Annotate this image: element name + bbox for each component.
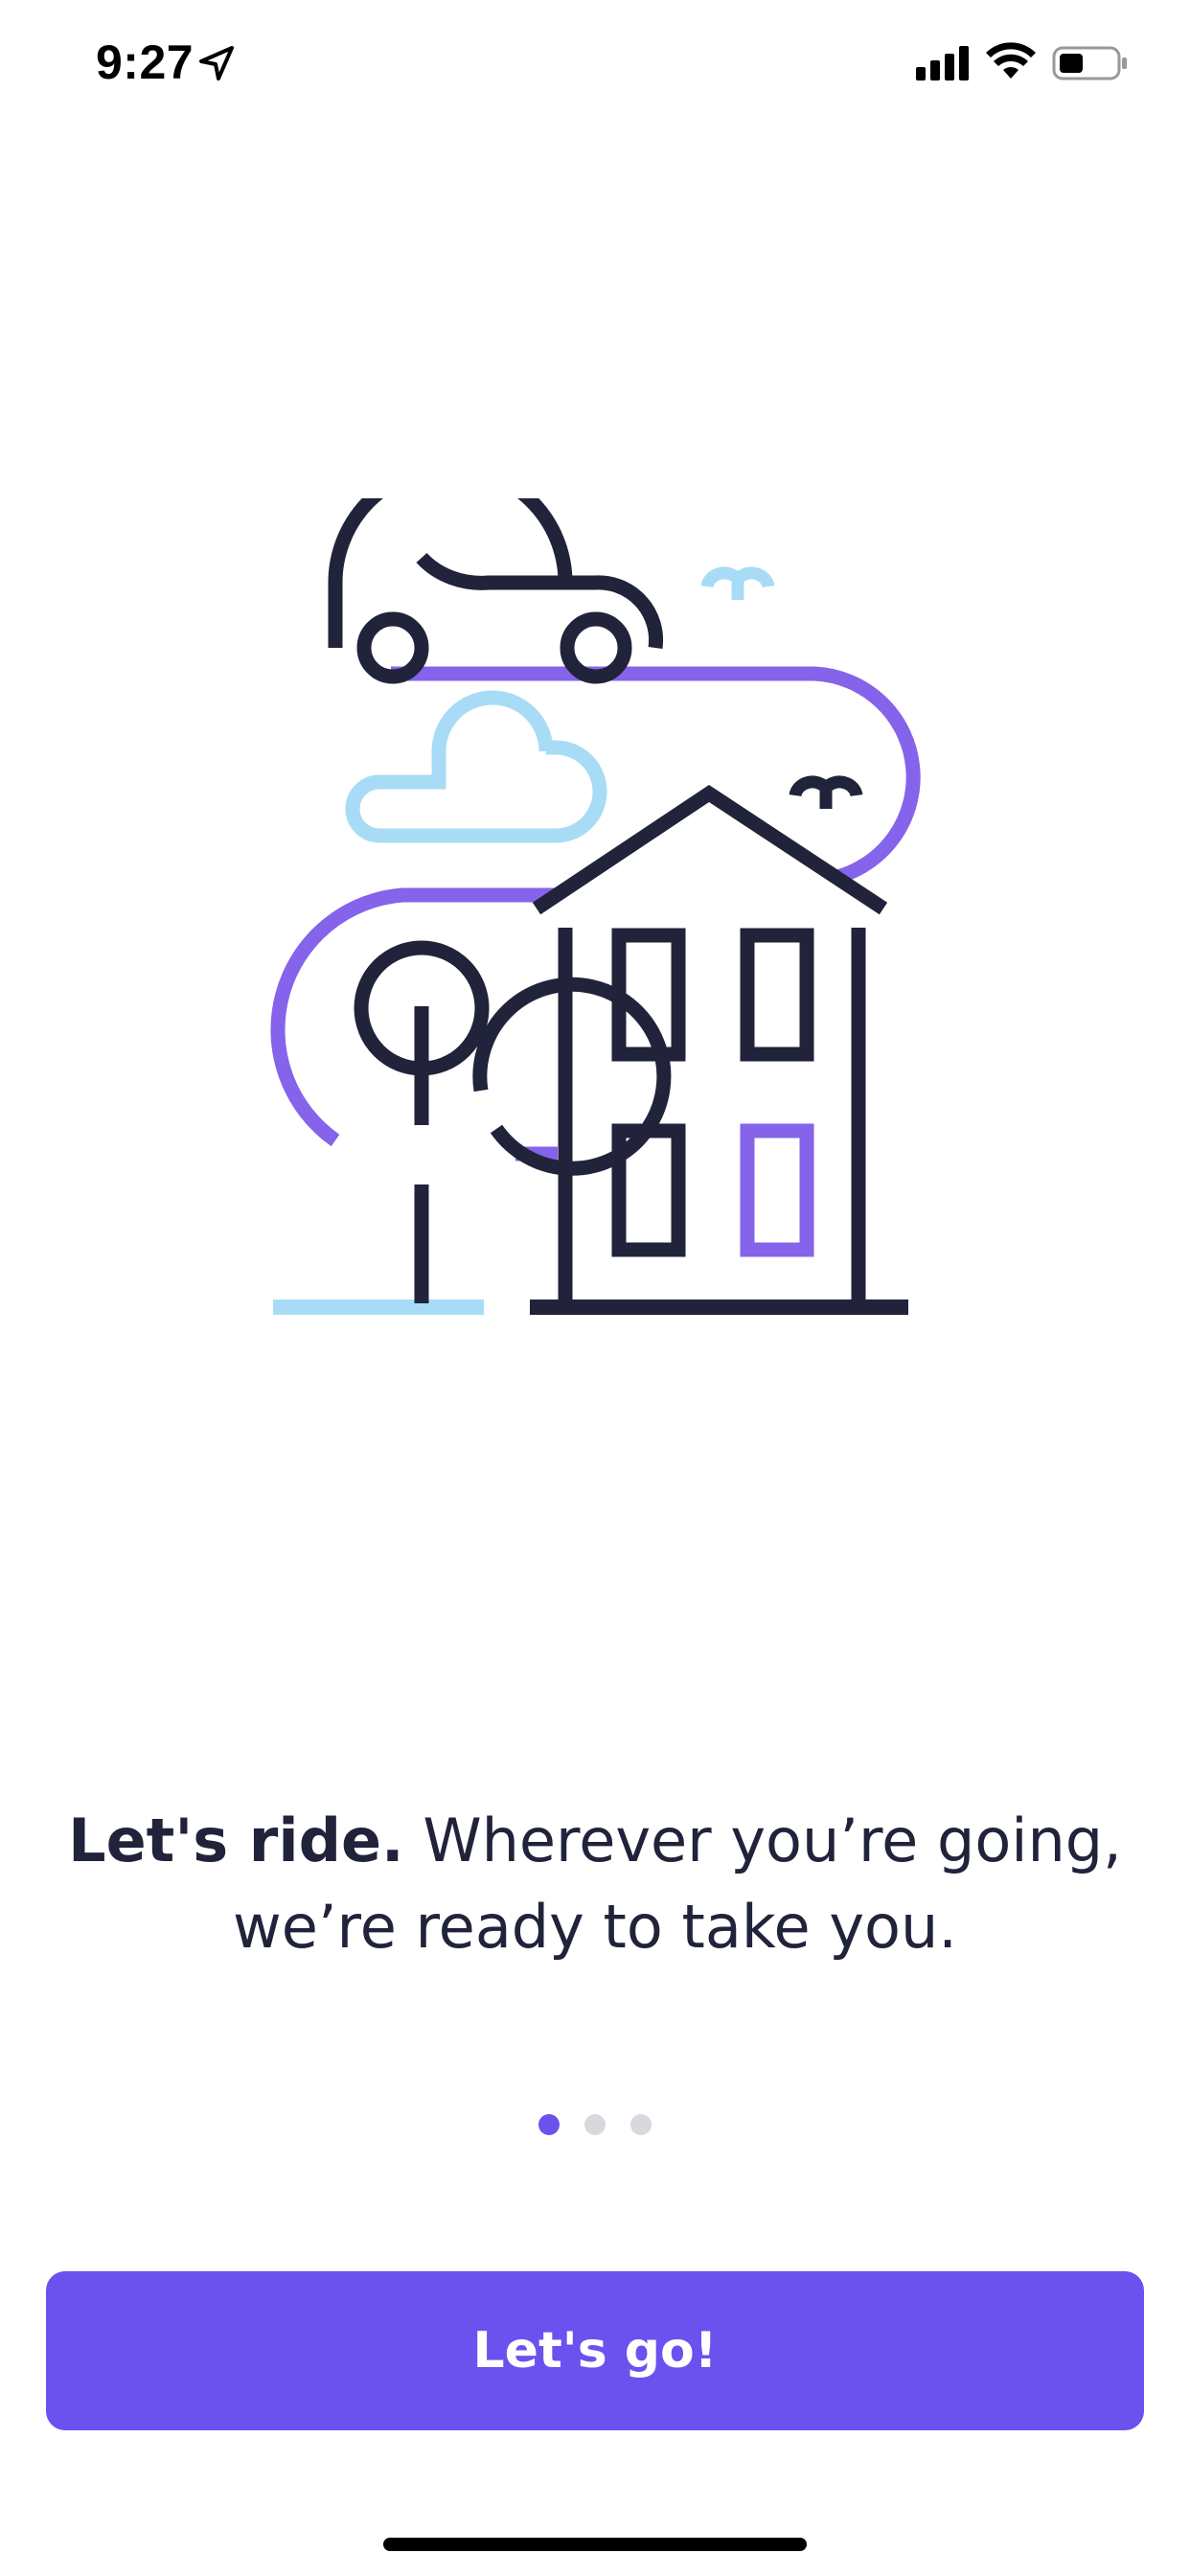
status-time: 9:27	[96, 35, 195, 89]
lets-go-button[interactable]: Let's go!	[46, 2271, 1144, 2430]
page-indicator	[0, 2114, 1190, 2137]
page-dot-1-active[interactable]	[538, 2114, 560, 2135]
status-bar: 9:27	[0, 0, 1190, 134]
location-arrow-icon	[199, 46, 234, 80]
bird-dark	[789, 775, 863, 809]
battery-icon	[1052, 46, 1127, 80]
house-window-accent	[740, 1123, 814, 1257]
onboarding-illustration	[270, 498, 921, 1315]
car	[328, 498, 664, 684]
home-indicator[interactable]	[383, 2538, 807, 2551]
cellular-signal-icon	[916, 46, 969, 80]
wifi-icon	[986, 42, 1036, 79]
house	[532, 785, 888, 1307]
page-dot-2[interactable]	[584, 2114, 606, 2135]
bird-light	[700, 566, 775, 600]
headline-bold: Let's ride.	[68, 1806, 404, 1875]
cloud	[345, 690, 607, 843]
onboarding-headline: Let's ride. Wherever you’re going, we’re…	[57, 1798, 1133, 1970]
page-dot-3[interactable]	[630, 2114, 652, 2135]
